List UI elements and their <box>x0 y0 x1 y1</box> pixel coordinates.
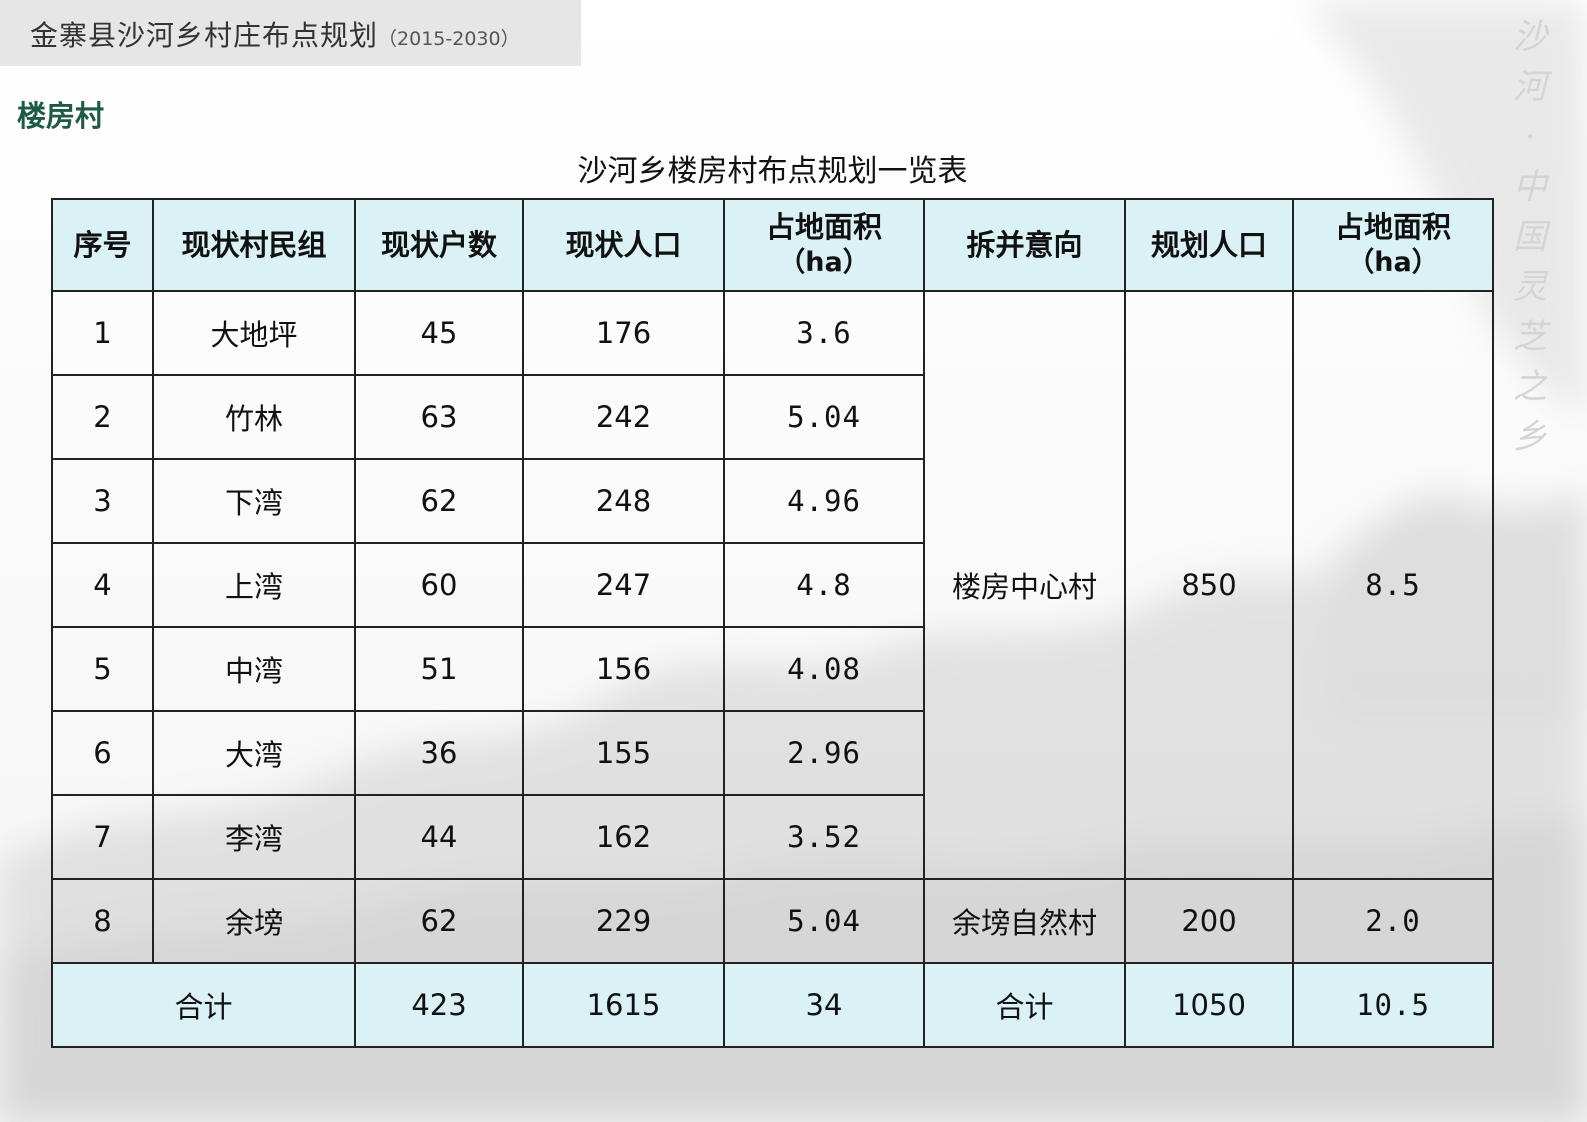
slogan-char: 乡 <box>1513 417 1547 457</box>
cell-population: 229 <box>522 878 725 964</box>
cell-group: 大地坪 <box>152 290 356 376</box>
cell-group: 中湾 <box>152 626 356 712</box>
document-years: （2015-2030） <box>378 28 520 50</box>
cell-area: 5.04 <box>723 374 925 460</box>
cell-area: 5.04 <box>723 878 925 964</box>
table-header-row: 序号 现状村民组 现状户数 现状人口 占地面积 （ha） 拆并意向 规划人口 占… <box>51 198 1494 292</box>
cell-intent: 楼房中心村 <box>923 290 1126 880</box>
total-label-planned: 合计 <box>923 962 1126 1048</box>
header-area-unit: （ha） <box>778 247 870 278</box>
slogan-char: 沙 <box>1513 17 1547 57</box>
cell-area: 4.08 <box>723 626 925 712</box>
document-title-text: 金寨县沙河乡村庄布点规划 <box>30 19 379 52</box>
cell-index: 1 <box>51 290 154 376</box>
cell-population: 247 <box>522 542 725 628</box>
cell-area: 3.6 <box>723 290 925 376</box>
header-households: 现状户数 <box>354 198 524 292</box>
cell-index: 8 <box>51 878 154 964</box>
header-planned-population: 规划人口 <box>1124 198 1294 292</box>
cell-group: 大湾 <box>152 710 356 796</box>
cell-households: 60 <box>354 542 524 628</box>
cell-households: 44 <box>354 794 524 880</box>
cell-planned-population: 850 <box>1124 290 1294 880</box>
cell-planned-area: 2.0 <box>1292 878 1494 964</box>
cell-group: 下湾 <box>152 458 356 544</box>
slogan-char: 国 <box>1513 217 1547 257</box>
cell-index: 4 <box>51 542 154 628</box>
header-area-label: 占地面积 <box>765 210 882 244</box>
document-title: 金寨县沙河乡村庄布点规划（2015-2030） <box>30 14 520 54</box>
header-population: 现状人口 <box>522 198 725 292</box>
cell-group: 余塝 <box>152 878 356 964</box>
table-title: 沙河乡楼房村布点规划一览表 <box>577 154 968 189</box>
cell-population: 156 <box>522 626 725 712</box>
slogan-char: 芝 <box>1513 317 1547 357</box>
cell-planned-population: 200 <box>1124 878 1294 964</box>
cell-population: 155 <box>522 710 725 796</box>
cell-area: 2.96 <box>723 710 925 796</box>
cell-group: 竹林 <box>152 374 356 460</box>
cell-households: 62 <box>354 878 524 964</box>
slogan-char: 之 <box>1513 367 1547 407</box>
header-planned-area-unit: （ha） <box>1347 247 1439 278</box>
cell-households: 62 <box>354 458 524 544</box>
cell-area: 4.96 <box>723 458 925 544</box>
cell-index: 3 <box>51 458 154 544</box>
cell-population: 162 <box>522 794 725 880</box>
cell-index: 7 <box>51 794 154 880</box>
header-planned-area-label: 占地面积 <box>1334 210 1451 244</box>
side-calligraphy-slogan: 沙 河 · 中 国 灵 芝 之 乡 <box>1510 12 1550 462</box>
cell-index: 6 <box>51 710 154 796</box>
cell-index: 2 <box>51 374 154 460</box>
cell-households: 45 <box>354 290 524 376</box>
cell-population: 248 <box>522 458 725 544</box>
header-index: 序号 <box>51 198 154 292</box>
total-planned-population: 1050 <box>1124 962 1294 1048</box>
total-label: 合计 <box>51 962 356 1048</box>
header-intent: 拆并意向 <box>923 198 1126 292</box>
header-planned-area: 占地面积 （ha） <box>1292 198 1494 292</box>
cell-area: 3.52 <box>723 794 925 880</box>
header-group: 现状村民组 <box>152 198 356 292</box>
header-area: 占地面积 （ha） <box>723 198 925 292</box>
total-planned-area: 10.5 <box>1292 962 1494 1048</box>
table-row: 8 余塝 62 229 5.04 余塝自然村 200 2.0 <box>51 878 1494 964</box>
cell-intent: 余塝自然村 <box>923 878 1126 964</box>
table-total-row: 合计 423 1615 34 合计 1050 10.5 <box>51 962 1494 1048</box>
cell-group: 李湾 <box>152 794 356 880</box>
cell-index: 5 <box>51 626 154 712</box>
village-name: 楼房村 <box>17 99 105 133</box>
total-population: 1615 <box>522 962 725 1048</box>
village-plan-table: 序号 现状村民组 现状户数 现状人口 占地面积 （ha） 拆并意向 规划人口 占… <box>51 198 1494 1048</box>
cell-area: 4.8 <box>723 542 925 628</box>
cell-population: 242 <box>522 374 725 460</box>
slogan-char: 河 <box>1513 67 1547 107</box>
cell-group: 上湾 <box>152 542 356 628</box>
cell-planned-area: 8.5 <box>1292 290 1494 880</box>
cell-population: 176 <box>522 290 725 376</box>
cell-households: 51 <box>354 626 524 712</box>
cell-households: 36 <box>354 710 524 796</box>
cell-households: 63 <box>354 374 524 460</box>
table-row: 1 大地坪 45 176 3.6 楼房中心村 850 8.5 <box>51 290 1494 880</box>
slogan-char: 灵 <box>1513 267 1547 307</box>
total-households: 423 <box>354 962 524 1048</box>
total-area: 34 <box>723 962 925 1048</box>
